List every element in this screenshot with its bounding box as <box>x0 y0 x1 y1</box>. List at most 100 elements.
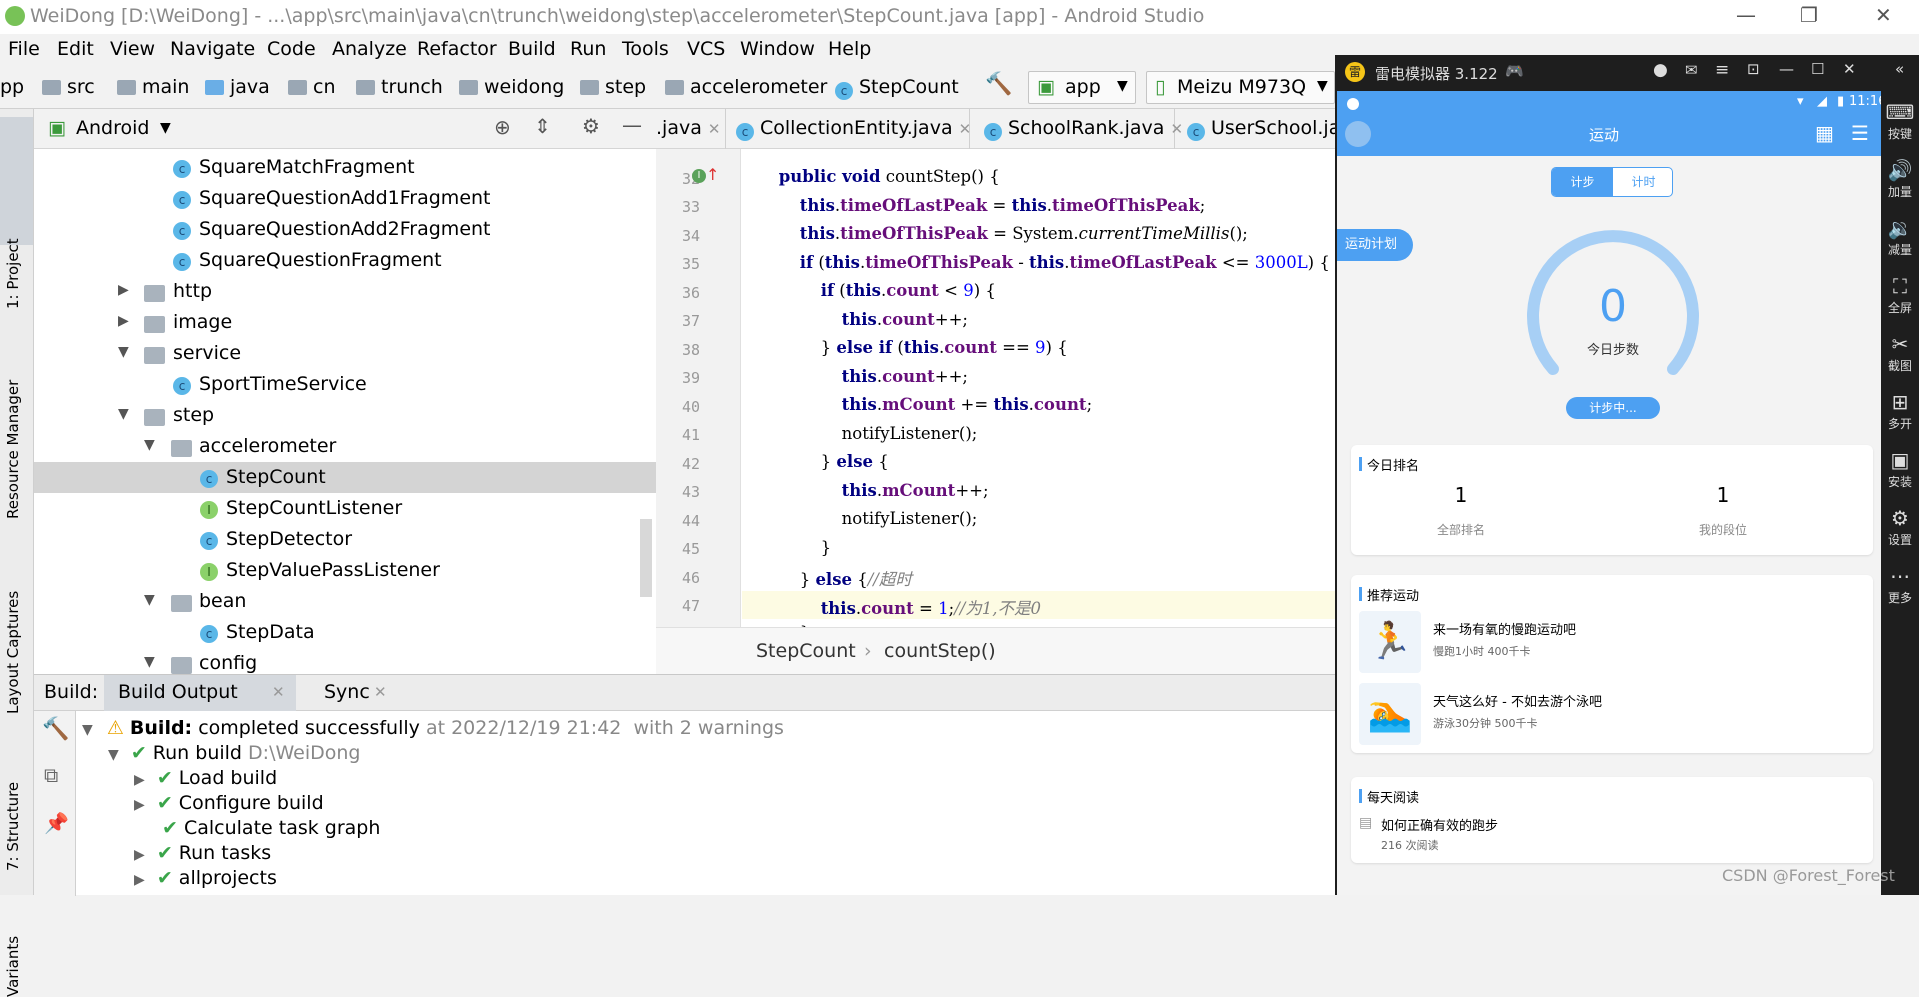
run-config-dropdown[interactable]: ▣ app ▼ <box>1028 71 1136 104</box>
crumb-project[interactable]: pp <box>0 76 24 98</box>
shrink-icon[interactable]: ⊡ <box>1747 60 1760 78</box>
menu-vcs[interactable]: VCS <box>687 38 725 60</box>
crumb-step[interactable]: step <box>580 76 646 98</box>
tree-item[interactable]: I StepCountListener <box>34 493 656 524</box>
editor-tab[interactable]: c UserSchool.ja <box>1175 109 1340 149</box>
menu-file[interactable]: File <box>8 38 40 60</box>
crumb-src[interactable]: src <box>42 76 95 98</box>
tab-structure[interactable]: 7: Structure <box>4 782 22 871</box>
tree-item[interactable]: c SquareMatchFragment <box>34 152 656 183</box>
reading-item-title[interactable]: 如何正确有效的跑步 <box>1381 815 1498 834</box>
tree-item-selected[interactable]: c StepCount <box>34 462 656 493</box>
sidebar-item-screenshot[interactable]: ✂ 截图 <box>1881 331 1919 374</box>
crumb-java[interactable]: java <box>205 76 270 98</box>
gear-icon[interactable]: ⚙ <box>582 114 600 138</box>
chevron-down-icon[interactable]: ▼ <box>118 406 129 422</box>
chevron-right-icon[interactable]: ▶ <box>134 847 145 863</box>
chevron-right-icon[interactable]: ▶ <box>118 313 129 329</box>
tab-variants[interactable]: Variants <box>4 936 22 997</box>
locate-icon[interactable]: ⊕ <box>494 115 511 139</box>
chevron-down-icon[interactable]: ▼ <box>108 747 119 763</box>
crumb-stepcount[interactable]: c StepCount <box>835 76 959 100</box>
build-step-row[interactable]: ▶ ✔ Load build <box>134 767 277 792</box>
build-step-row[interactable]: ▶ ✔ Configure build <box>134 792 324 817</box>
sidebar-item-keys[interactable]: ⌨ 按键 <box>1881 99 1919 142</box>
seg-step-button[interactable]: 计步 <box>1552 168 1613 196</box>
menu-tools[interactable]: Tools <box>622 38 669 60</box>
close-icon[interactable]: ✕ <box>374 683 387 701</box>
tab-build-output[interactable]: Build Output ✕ <box>104 675 296 711</box>
sidebar-item-settings[interactable]: ⚙ 设置 <box>1881 505 1919 548</box>
chevron-right-icon[interactable]: ▶ <box>134 872 145 888</box>
editor-tab[interactable]: c SchoolRank.java ✕ <box>970 109 1183 149</box>
code-crumb-method[interactable]: countStep() <box>884 640 996 662</box>
close-icon[interactable]: ✕ <box>272 683 285 701</box>
menu-refactor[interactable]: Refactor <box>417 38 497 60</box>
chevron-right-icon[interactable]: ▶ <box>134 772 145 788</box>
tree-item[interactable]: c StepData <box>34 617 656 648</box>
maximize-icon[interactable]: ☐ <box>1811 60 1824 78</box>
seg-time-button[interactable]: 计时 <box>1613 168 1672 196</box>
tab-layout-captures[interactable]: Layout Captures <box>4 591 22 714</box>
tree-item[interactable]: c SquareQuestionFragment <box>34 245 656 276</box>
implements-arrow-icon[interactable]: ↑ <box>706 165 719 184</box>
menu-edit[interactable]: Edit <box>57 38 94 60</box>
close-icon[interactable]: ✕ <box>1875 3 1892 27</box>
minimize-icon[interactable]: — <box>1779 60 1794 78</box>
tab-project[interactable]: 1: Project <box>4 238 22 309</box>
sidebar-item-more[interactable]: ⋯ 更多 <box>1881 563 1919 606</box>
crumb-trunch[interactable]: trunch <box>356 76 443 98</box>
crumb-weidong[interactable]: weidong <box>459 76 564 98</box>
sidebar-item-fullscreen[interactable]: ⛶ 全屏 <box>1881 273 1919 316</box>
list-icon[interactable]: ☰ <box>1851 121 1869 145</box>
toggle-view-icon[interactable]: ⧉ <box>44 763 58 787</box>
code-area[interactable]: public void countStep() { this.timeOfLas… <box>742 149 1335 627</box>
recommend-item-title[interactable]: 来一场有氧的慢跑运动吧 <box>1433 619 1576 638</box>
user-icon[interactable]: ● <box>1653 60 1668 80</box>
menu-code[interactable]: Code <box>267 38 316 60</box>
calendar-icon[interactable]: ▦ <box>1815 121 1834 145</box>
tree-item[interactable]: c SquareQuestionAdd2Fragment <box>34 214 656 245</box>
tree-scrollbar[interactable] <box>640 519 652 597</box>
build-step-row[interactable]: ✔ Calculate task graph <box>162 817 380 842</box>
override-marker-icon[interactable]: I <box>692 169 706 183</box>
crumb-cn[interactable]: cn <box>288 76 336 98</box>
editor-tab[interactable]: c CollectionEntity.java ✕ <box>726 109 971 149</box>
chevron-down-icon[interactable]: ▼ <box>144 654 155 670</box>
hammer-icon[interactable]: 🔨 <box>985 72 1012 97</box>
tree-item[interactable]: ▼ bean <box>34 586 656 617</box>
chevron-right-icon[interactable]: ▶ <box>134 797 145 813</box>
chevron-down-icon[interactable]: ▼ <box>160 120 171 136</box>
device-dropdown[interactable]: ▯ Meizu M973Q ▼ <box>1146 71 1335 104</box>
tree-item[interactable]: c SquareQuestionAdd1Fragment <box>34 183 656 214</box>
tree-item[interactable]: ▼ step <box>34 400 656 431</box>
mail-icon[interactable]: ✉ <box>1685 61 1698 79</box>
menu-navigate[interactable]: Navigate <box>170 38 255 60</box>
tree-item[interactable]: ▶ http <box>34 276 656 307</box>
sidebar-item-vol-down[interactable]: 🔉 减量 <box>1881 215 1919 258</box>
tab-resource-manager[interactable]: Resource Manager <box>4 380 22 519</box>
close-icon[interactable]: ✕ <box>1843 60 1856 78</box>
chevron-down-icon[interactable]: ▼ <box>118 344 129 360</box>
tree-item[interactable]: ▶ image <box>34 307 656 338</box>
tree-item[interactable]: ▼ accelerometer <box>34 431 656 462</box>
build-step-row[interactable]: ▶ ✔ Run tasks <box>134 842 271 867</box>
tab-sync[interactable]: Sync ✕ <box>304 675 394 711</box>
pin-icon[interactable]: 📌 <box>44 811 69 835</box>
restore-icon[interactable]: ❐ <box>1800 3 1818 27</box>
tree-item[interactable]: c StepDetector <box>34 524 656 555</box>
crumb-main[interactable]: main <box>117 76 189 98</box>
tree-item[interactable]: I StepValuePassListener <box>34 555 656 586</box>
menu-icon[interactable]: ≡ <box>1715 60 1729 80</box>
editor-tab[interactable]: .java ✕ <box>656 109 726 149</box>
build-run-row[interactable]: ▼ ✔ Run build D:\WeiDong <box>108 742 360 767</box>
chevron-down-icon[interactable]: ▼ <box>144 437 155 453</box>
crumb-accelerometer[interactable]: accelerometer <box>665 76 827 98</box>
menu-build[interactable]: Build <box>508 38 556 60</box>
tree-item[interactable]: ▼ service <box>34 338 656 369</box>
chevron-down-icon[interactable]: ▼ <box>82 722 93 738</box>
recommend-item-title[interactable]: 天气这么好 - 不如去游个泳吧 <box>1433 691 1602 710</box>
counting-button[interactable]: 计步中... <box>1566 397 1660 419</box>
sidebar-item-vol-up[interactable]: 🔊 加量 <box>1881 157 1919 200</box>
menu-window[interactable]: Window <box>740 38 815 60</box>
